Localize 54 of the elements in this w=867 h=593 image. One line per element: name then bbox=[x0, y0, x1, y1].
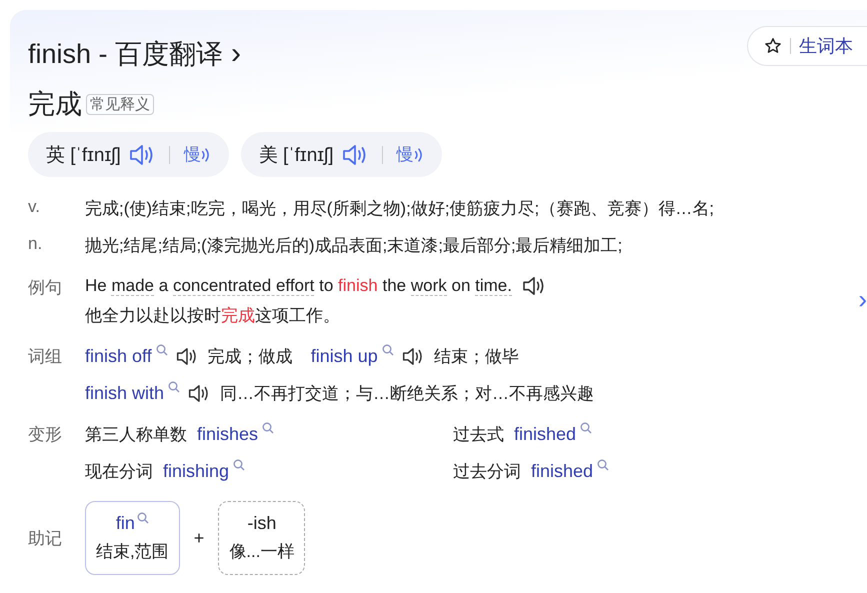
search-icon[interactable] bbox=[233, 459, 246, 471]
next-arrow[interactable]: › bbox=[858, 284, 867, 315]
chevron-icon[interactable]: › bbox=[231, 39, 242, 69]
search-icon[interactable] bbox=[580, 422, 592, 434]
pronunciation-text: 美 [ˈfɪnɪʃ] bbox=[258, 144, 334, 168]
plus-sign: + bbox=[194, 528, 204, 548]
form-label: 第三人称单数 bbox=[85, 424, 187, 446]
word-part-card[interactable]: -ish 像...一样 bbox=[218, 501, 306, 575]
search-icon[interactable] bbox=[382, 344, 394, 356]
search-icon[interactable] bbox=[168, 381, 180, 393]
form-label: 过去式 bbox=[453, 424, 504, 446]
form-label: 过去分词 bbox=[453, 461, 521, 483]
example-sentence: He made a concentrated effort to finish the work on time. bbox=[85, 276, 512, 296]
definition-text: 抛光;结尾;结局;(漆完抛光后的)成品表面;末道漆;最后部分;最后精细加工; bbox=[85, 235, 622, 257]
search-icon[interactable] bbox=[597, 459, 610, 471]
speaker-icon[interactable] bbox=[522, 276, 546, 296]
form-label: 现在分词 bbox=[85, 461, 153, 483]
wordbook-button[interactable]: 生词本 bbox=[747, 26, 867, 66]
main-meaning: 完成 bbox=[28, 88, 82, 121]
speaker-icon[interactable] bbox=[402, 347, 424, 366]
definition-text: 完成;(使)结束;吃完，喝光，用尽(所剩之物);做好;使筋疲力尽;（赛跑、竞赛）得…名; bbox=[85, 198, 714, 220]
part-of-speech: n. bbox=[28, 234, 44, 254]
speaker-icon[interactable] bbox=[176, 347, 198, 366]
phrase-link[interactable]: finish off bbox=[85, 346, 152, 367]
slow-play-button[interactable]: 慢 bbox=[396, 143, 424, 166]
section-label: 变形 bbox=[28, 424, 63, 446]
search-icon[interactable] bbox=[156, 344, 168, 356]
form-link[interactable]: finished bbox=[514, 424, 576, 445]
section-label: 词组 bbox=[28, 346, 63, 368]
star-icon bbox=[764, 37, 782, 55]
speaker-icon[interactable] bbox=[188, 384, 210, 403]
phrase-meaning: 完成；做成 bbox=[208, 346, 293, 368]
form-link[interactable]: finishes bbox=[197, 424, 258, 445]
phrase-meaning: 同…不再打交道；与…断绝关系；对…不再感兴趣 bbox=[220, 383, 594, 405]
form-link[interactable]: finishing bbox=[163, 461, 230, 482]
phrase-meaning: 结束；做毕 bbox=[434, 346, 519, 368]
word-part-meaning: 像...一样 bbox=[229, 541, 294, 563]
part-of-speech: v. bbox=[28, 197, 41, 217]
phrase-link[interactable]: finish up bbox=[310, 346, 378, 367]
form-link[interactable]: finished bbox=[531, 461, 594, 482]
section-label: 助记 bbox=[28, 528, 63, 550]
search-icon[interactable] bbox=[262, 422, 274, 434]
section-label: 例句 bbox=[28, 277, 63, 299]
search-icon[interactable] bbox=[136, 512, 149, 524]
pronunciation-text: 英 [ˈfɪnɪʃ] bbox=[46, 144, 121, 168]
word-part-card[interactable]: fin 结束,范围 bbox=[85, 501, 180, 575]
word-part: -ish bbox=[247, 513, 276, 534]
word-part: fin bbox=[116, 513, 135, 534]
word-part-meaning: 结束,范围 bbox=[96, 541, 169, 563]
page-title[interactable]: finish - 百度翻译 bbox=[28, 36, 224, 72]
slow-play-button[interactable]: 慢 bbox=[184, 143, 211, 166]
example-translation: 他全力以赴以按时完成这项工作。 bbox=[85, 305, 341, 327]
meaning-tag: 常见释义 bbox=[86, 94, 154, 114]
phrase-link[interactable]: finish with bbox=[85, 383, 164, 404]
